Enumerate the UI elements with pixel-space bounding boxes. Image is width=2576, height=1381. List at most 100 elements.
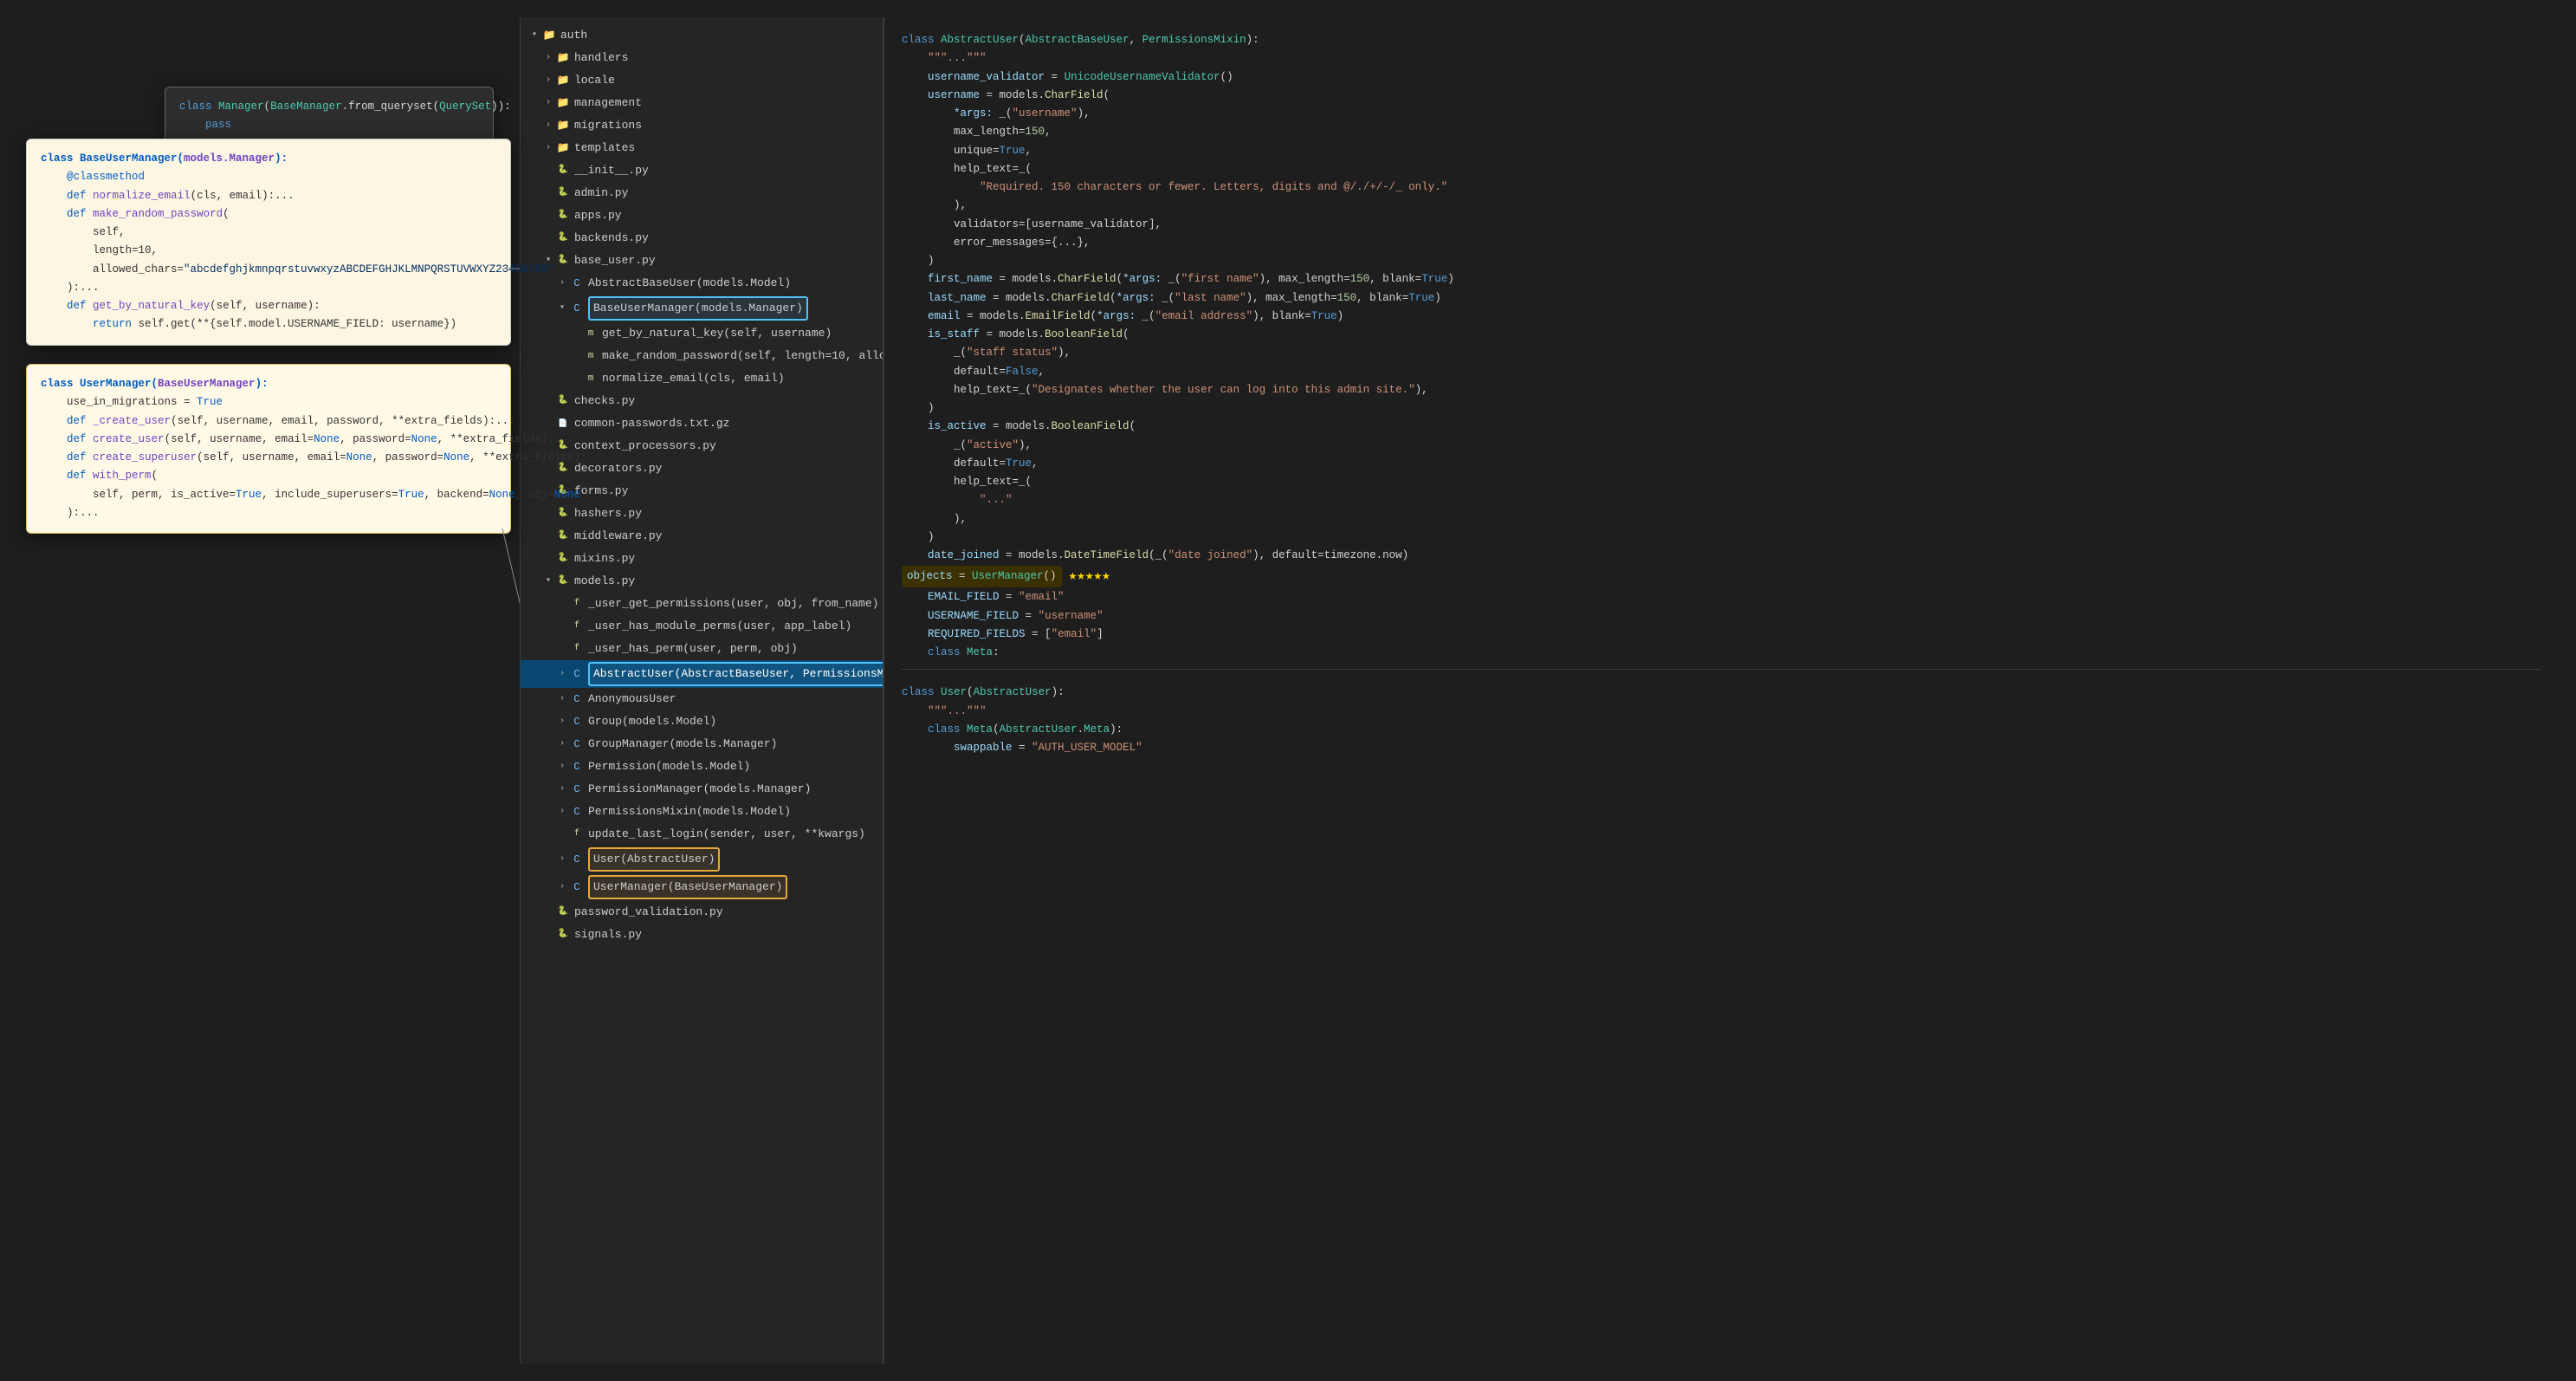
user-manager-popup: class UserManager(BaseUserManager): use_… (26, 364, 511, 534)
class-icon-abstractbaseuser: C (569, 276, 585, 291)
tree-label-abstractuser: AbstractUser(AbstractBaseUser, Permissio… (588, 662, 883, 686)
tree-label-abstractbaseuser: AbstractBaseUser(models.Model) (588, 274, 791, 293)
chevron-groupmanager (555, 737, 569, 751)
func-icon-user-get-permissions: f (569, 596, 585, 612)
tree-label-update-last-login: update_last_login(sender, user, **kwargs… (588, 825, 865, 844)
tree-item-templates[interactable]: 📁 templates (521, 137, 883, 159)
base-user-manager-popup: class BaseUserManager(models.Manager): @… (26, 139, 511, 346)
class-icon-abstractuser: C (569, 666, 585, 682)
tree-item-signals[interactable]: 🐍 signals.py (521, 924, 883, 946)
func-icon-update-last-login: f (569, 827, 585, 842)
chevron-usermanager (555, 880, 569, 894)
file-tree-panel: 📁 auth 📁 handlers 📁 locale 📁 management … (520, 17, 883, 1364)
tree-label-permission: Permission(models.Model) (588, 757, 750, 776)
class-icon-usermanager: C (569, 879, 585, 895)
tree-item-user-get-permissions[interactable]: f _user_get_permissions(user, obj, from_… (521, 593, 883, 615)
chevron-management (541, 96, 555, 110)
tree-label-hashers: hashers.py (574, 504, 642, 523)
tree-item-abstractbaseuser[interactable]: C AbstractBaseUser(models.Model) (521, 272, 883, 295)
py-icon-admin: 🐍 (555, 185, 571, 201)
py-icon-mixins: 🐍 (555, 551, 571, 567)
tree-item-backends[interactable]: 🐍 backends.py (521, 227, 883, 250)
right-panel: class AbstractUser(AbstractBaseUser, Per… (883, 17, 2559, 1364)
tree-label-auth: auth (560, 26, 587, 45)
py-icon-signals: 🐍 (555, 927, 571, 943)
tree-label-admin: admin.py (574, 184, 628, 203)
tree-item-checks[interactable]: 🐍 checks.py (521, 390, 883, 412)
py-icon-password-validation: 🐍 (555, 904, 571, 920)
tree-label-mixins: mixins.py (574, 549, 635, 568)
tree-item-auth[interactable]: 📁 auth (521, 24, 883, 47)
py-icon-apps: 🐍 (555, 208, 571, 224)
tree-label-templates: templates (574, 139, 635, 158)
folder-icon-migrations: 📁 (555, 118, 571, 133)
tree-item-normalize-email[interactable]: m normalize_email(cls, email) (521, 367, 883, 390)
tree-item-groupmanager[interactable]: C GroupManager(models.Manager) (521, 733, 883, 755)
py-icon-middleware: 🐍 (555, 528, 571, 544)
left-panel: class Manager(BaseManager.from_queryset(… (17, 17, 520, 1364)
tree-item-permissionmanager[interactable]: C PermissionManager(models.Manager) (521, 778, 883, 801)
tree-item-handlers[interactable]: 📁 handlers (521, 47, 883, 69)
tree-label-user-has-perm: _user_has_perm(user, perm, obj) (588, 639, 798, 658)
tree-label-groupmanager: GroupManager(models.Manager) (588, 735, 777, 754)
tree-item-password-validation[interactable]: 🐍 password_validation.py (521, 901, 883, 924)
folder-icon-templates: 📁 (555, 140, 571, 156)
tree-label-normalize-email: normalize_email(cls, email) (602, 369, 785, 388)
tree-item-init[interactable]: 🐍 __init__.py (521, 159, 883, 182)
py-icon-models: 🐍 (555, 574, 571, 589)
tree-item-models[interactable]: 🐍 models.py (521, 570, 883, 593)
tree-item-get-by-natural-key[interactable]: m get_by_natural_key(self, username) (521, 322, 883, 345)
tree-label-handlers: handlers (574, 49, 628, 68)
tree-item-baseusermanager[interactable]: C BaseUserManager(models.Manager) (521, 295, 883, 322)
stars-rating: ★★★★★ (1069, 565, 1110, 588)
tree-item-management[interactable]: 📁 management (521, 92, 883, 114)
class-icon-baseusermanager: C (569, 301, 585, 316)
tree-label-group: Group(models.Model) (588, 712, 716, 731)
tree-item-permissionsmixin[interactable]: C PermissionsMixin(models.Model) (521, 801, 883, 823)
tree-item-middleware[interactable]: 🐍 middleware.py (521, 525, 883, 548)
tree-item-base-user[interactable]: 🐍 base_user.py (521, 250, 883, 272)
func-icon-user-has-perm: f (569, 641, 585, 657)
tree-item-mixins[interactable]: 🐍 mixins.py (521, 548, 883, 570)
tree-label-migrations: migrations (574, 116, 642, 135)
chevron-user (555, 853, 569, 866)
gz-icon-common-passwords: 📄 (555, 416, 571, 431)
tree-label-user-get-permissions: _user_get_permissions(user, obj, from_na… (588, 594, 878, 613)
method-icon-get-by-natural-key: m (583, 326, 599, 341)
tree-label-signals: signals.py (574, 925, 642, 944)
folder-icon-management: 📁 (555, 95, 571, 111)
tree-item-admin[interactable]: 🐍 admin.py (521, 182, 883, 204)
tree-label-base-user: base_user.py (574, 251, 656, 270)
tree-item-migrations[interactable]: 📁 migrations (521, 114, 883, 137)
tree-item-locale[interactable]: 📁 locale (521, 69, 883, 92)
tree-item-apps[interactable]: 🐍 apps.py (521, 204, 883, 227)
tree-item-anonymoususer[interactable]: C AnonymousUser (521, 688, 883, 710)
tree-label-middleware: middleware.py (574, 527, 662, 546)
tree-item-user-has-perm[interactable]: f _user_has_perm(user, perm, obj) (521, 638, 883, 660)
tree-label-anonymoususer: AnonymousUser (588, 690, 676, 709)
method-icon-make-random-password: m (583, 348, 599, 364)
tree-item-update-last-login[interactable]: f update_last_login(sender, user, **kwar… (521, 823, 883, 846)
chevron-permission (555, 760, 569, 774)
tree-item-user[interactable]: C User(AbstractUser) (521, 846, 883, 873)
tree-item-common-passwords[interactable]: 📄 common-passwords.txt.gz (521, 412, 883, 435)
tree-item-abstractuser[interactable]: C AbstractUser(AbstractBaseUser, Permiss… (521, 660, 883, 688)
tree-label-user-has-module-perms: _user_has_module_perms(user, app_label) (588, 617, 851, 636)
chevron-group (555, 715, 569, 729)
tree-item-group[interactable]: C Group(models.Model) (521, 710, 883, 733)
tree-label-management: management (574, 94, 642, 113)
tree-item-permission[interactable]: C Permission(models.Model) (521, 755, 883, 778)
tree-label-forms: forms.py (574, 482, 628, 501)
class-icon-user: C (569, 852, 585, 867)
tree-item-usermanager[interactable]: C UserManager(BaseUserManager) (521, 873, 883, 901)
class-icon-group: C (569, 714, 585, 729)
chevron-migrations (541, 119, 555, 133)
folder-icon-locale: 📁 (555, 73, 571, 88)
abstract-user-class-block: class AbstractUser(AbstractBaseUser, Per… (902, 31, 2541, 662)
tree-item-hashers[interactable]: 🐍 hashers.py (521, 502, 883, 525)
tree-item-make-random-password[interactable]: m make_random_password(self, length=10, … (521, 345, 883, 367)
tree-label-baseusermanager: BaseUserManager(models.Manager) (588, 296, 808, 321)
class-icon-permission: C (569, 759, 585, 775)
tree-item-user-has-module-perms[interactable]: f _user_has_module_perms(user, app_label… (521, 615, 883, 638)
py-icon-init: 🐍 (555, 163, 571, 178)
